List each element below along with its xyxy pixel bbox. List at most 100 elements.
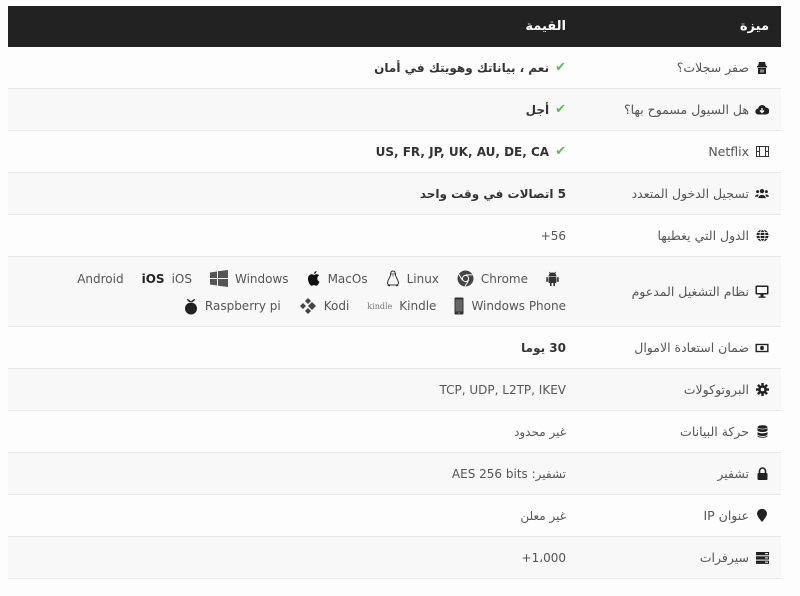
windows-icon [209, 270, 228, 287]
value-text: غير معلن [520, 508, 566, 523]
lock-icon [755, 467, 769, 481]
money-icon [755, 341, 769, 355]
table-row: حركة البيانات غير محدود [8, 411, 781, 453]
database-icon [755, 425, 769, 439]
feature-cell: حركة البيانات [578, 424, 781, 439]
raspberry-pi-icon [184, 298, 197, 314]
feature-label: الدول التي يغطيها [657, 228, 750, 243]
feature-cell: تشفير [578, 466, 781, 481]
value-cell: ✔ US, FR, JP, UK, AU, DE, CA [8, 144, 578, 159]
value-text: +56 [540, 228, 566, 243]
table-row: تسجيل الدخول المتعدد 5 اتصالات في وقت وا… [8, 173, 781, 215]
value-cell: TCP, UDP, L2TP, IKEV [8, 383, 578, 397]
value-text: TCP, UDP, L2TP, IKEV [439, 382, 566, 397]
value-cell: غير معلن [8, 509, 578, 523]
os-line-1: Chrome Linux MacOs Windows iOS iOS Andro… [77, 270, 566, 287]
feature-cell: نظام التشغيل المدعوم [578, 284, 781, 299]
value-text: تشفير: AES 256 bits [451, 466, 566, 481]
ios-text-icon: iOS [141, 271, 165, 286]
table-header: ميزة القيمة [8, 6, 781, 47]
feature-cell: البروتوكولات [578, 382, 781, 397]
feature-label: ضمان استعادة الاموال [634, 340, 749, 355]
os-chrome: Chrome [457, 270, 528, 287]
desktop-icon [755, 285, 769, 299]
os-list: Chrome Linux MacOs Windows iOS iOS Andro… [77, 268, 566, 315]
film-icon [755, 145, 769, 159]
os-kodi: Kodi [299, 298, 350, 314]
os-linux: Linux [386, 270, 439, 287]
table-row: ضمان استعادة الاموال 30 يوما [8, 327, 781, 369]
header-value: القيمة [525, 19, 566, 34]
globe-icon [755, 229, 769, 243]
chrome-icon [457, 270, 474, 287]
kodi-icon [299, 298, 316, 314]
os-label: Windows [234, 271, 289, 286]
feature-cell: عنوان IP [578, 508, 781, 523]
os-label: Android [77, 271, 124, 286]
os-label: Windows Phone [471, 299, 566, 313]
check-icon: ✔ [555, 60, 566, 75]
table-row: الدول التي يغطيها +56 [8, 215, 781, 257]
feature-cell: تسجيل الدخول المتعدد [578, 186, 781, 201]
value-text: نعم ، بياناتك وهويتك في أمان [374, 60, 550, 75]
os-label: iOS [171, 271, 192, 286]
feature-label: تشفير [717, 466, 749, 481]
os-ios: iOS iOS [142, 272, 192, 286]
feature-cell: هل السيول مسموح بها؟ [578, 102, 781, 117]
value-cell: +56 [8, 229, 578, 243]
os-windows-phone: Windows Phone [454, 297, 566, 315]
value-text: 30 يوما [521, 340, 566, 355]
feature-label: البروتوكولات [683, 382, 749, 397]
value-cell: تشفير: AES 256 bits [8, 467, 578, 481]
table-row: نظام التشغيل المدعوم Chrome Linux MacOs … [8, 257, 781, 327]
os-label: Kodi [323, 299, 350, 313]
check-icon: ✔ [555, 102, 566, 117]
feature-cell: سيرفرات [578, 550, 781, 565]
linux-icon [386, 270, 399, 287]
feature-label: سيرفرات [699, 550, 749, 565]
feature-cell: Netflix [578, 144, 781, 159]
feature-label: هل السيول مسموح بها؟ [623, 102, 749, 117]
table-row: Netflix ✔ US, FR, JP, UK, AU, DE, CA [8, 131, 781, 173]
os-raspberry-pi: Raspberry pi [184, 298, 281, 315]
cloud-download-icon [755, 103, 769, 117]
apple-icon [307, 271, 320, 286]
feature-label: نظام التشغيل المدعوم [631, 284, 749, 299]
os-kindle: kindle Kindle [367, 299, 436, 313]
os-label: Linux [406, 271, 439, 286]
table-row: هل السيول مسموح بها؟ ✔ أجل [8, 89, 781, 131]
value-cell: 30 يوما [8, 341, 578, 355]
features-table: ميزة القيمة صفر سجلات؟ ✔ نعم ، بياناتك و… [8, 6, 781, 579]
os-android-text: Android [77, 272, 123, 286]
value-cell: Chrome Linux MacOs Windows iOS iOS Andro… [8, 268, 578, 315]
kindle-icon: kindle [367, 301, 393, 311]
value-text: US, FR, JP, UK, AU, DE, CA [375, 144, 550, 159]
os-macos: MacOs [307, 270, 368, 287]
map-marker-icon [755, 509, 769, 523]
feature-label: تسجيل الدخول المتعدد [631, 186, 749, 201]
os-label: Chrome [480, 271, 528, 286]
users-icon [755, 187, 769, 201]
value-text: 5 اتصالات في وقت واحد [419, 186, 566, 201]
user-secret-icon [755, 61, 769, 75]
os-line-2: Windows Phone kindle Kindle Kodi Raspber… [184, 297, 566, 315]
table-row: صفر سجلات؟ ✔ نعم ، بياناتك وهويتك في أما… [8, 47, 781, 89]
feature-label: عنوان IP [703, 508, 749, 523]
value-cell: ✔ نعم ، بياناتك وهويتك في أمان [8, 60, 578, 75]
gear-icon [755, 383, 769, 397]
os-android [546, 271, 566, 286]
os-label: Raspberry pi [204, 299, 281, 313]
feature-cell: ضمان استعادة الاموال [578, 340, 781, 355]
check-icon: ✔ [555, 144, 566, 159]
value-cell: ✔ أجل [8, 102, 578, 117]
os-windows: Windows [209, 270, 289, 287]
table-row: البروتوكولات TCP, UDP, L2TP, IKEV [8, 369, 781, 411]
server-icon [755, 551, 769, 565]
feature-label: Netflix [708, 144, 749, 159]
os-label: Kindle [399, 299, 437, 313]
table-row: عنوان IP غير معلن [8, 495, 781, 537]
value-text: أجل [525, 102, 550, 117]
value-cell: 5 اتصالات في وقت واحد [8, 187, 578, 201]
feature-label: صفر سجلات؟ [676, 60, 749, 75]
value-text: غير محدود [514, 424, 566, 439]
